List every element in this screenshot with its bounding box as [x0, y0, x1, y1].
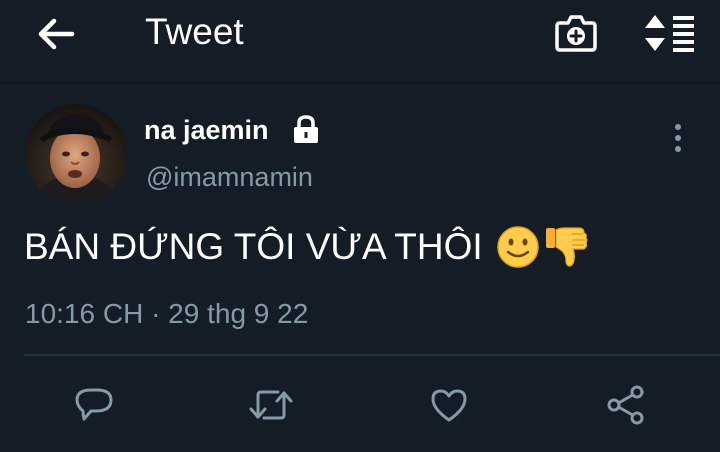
tweet-timestamp[interactable]: 10:16 CH · 29 thg 9 22 [25, 296, 308, 332]
top-bar: Tweet [0, 0, 720, 84]
slightly-smiling-face-emoji [496, 226, 539, 268]
avatar-photo [25, 104, 127, 206]
author-display-name[interactable]: na jaemin [144, 114, 269, 146]
tweet-text-content: BÁN ĐỨNG TÔI VỪA THÔI [24, 226, 483, 267]
share-icon [607, 385, 644, 425]
sort-button[interactable] [640, 8, 700, 58]
tweet-text: BÁN ĐỨNG TÔI VỪA THÔI [24, 224, 589, 270]
content-divider [24, 354, 720, 356]
arrow-left-icon [38, 18, 75, 50]
reply-button[interactable] [69, 380, 119, 430]
heart-icon [431, 389, 467, 422]
page-title: Tweet [145, 11, 244, 52]
share-button[interactable] [601, 380, 651, 430]
camera-button[interactable] [550, 8, 602, 58]
author-handle[interactable]: @imamnamin [146, 161, 313, 193]
back-button[interactable] [32, 14, 80, 54]
like-button[interactable] [424, 380, 474, 430]
more-vertical-icon [675, 124, 681, 152]
header-divider [0, 82, 720, 84]
reply-icon [75, 388, 113, 421]
thumbs-down-emoji [545, 227, 588, 267]
sort-icon [645, 15, 694, 52]
retweet-button[interactable] [246, 380, 296, 430]
lock-icon [294, 115, 318, 143]
camera-plus-icon [555, 15, 597, 52]
avatar[interactable] [25, 104, 127, 206]
more-options-button[interactable] [666, 120, 690, 156]
retweet-icon [249, 390, 293, 420]
